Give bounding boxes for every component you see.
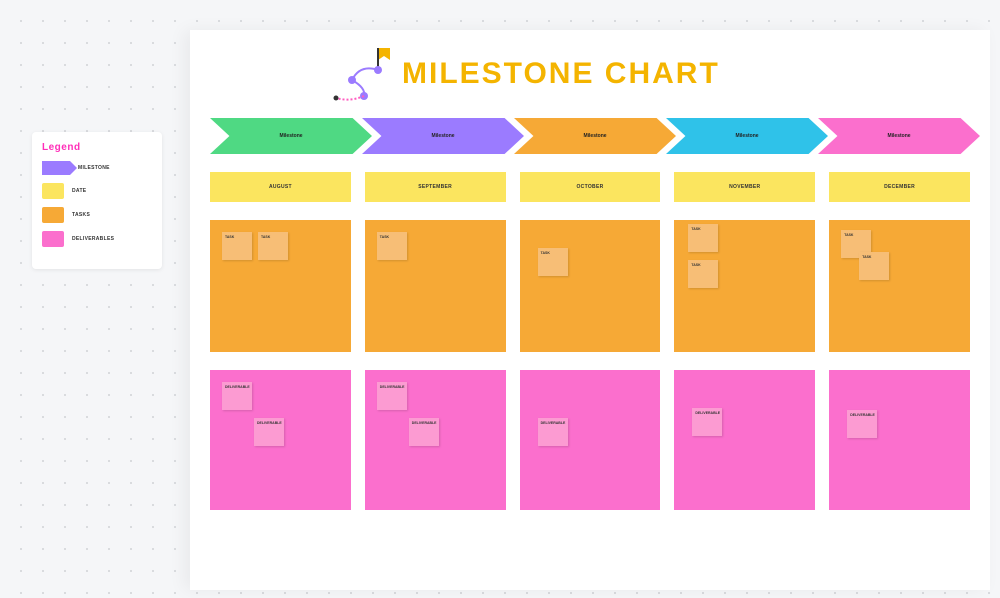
legend-label: DELIVERABLES xyxy=(72,236,114,242)
milestone-label: Milestone xyxy=(583,133,606,139)
date-card-1[interactable]: SEPTEMBER xyxy=(365,172,506,202)
deliverable-note[interactable]: DELIVERABLE xyxy=(538,418,568,446)
task-note[interactable]: TASK xyxy=(258,232,288,260)
date-card-2[interactable]: OCTOBER xyxy=(520,172,661,202)
milestone-label: Milestone xyxy=(279,133,302,139)
legend-row-tasks: TASKS xyxy=(42,207,152,223)
deliverables-card-1[interactable]: DELIVERABLEDELIVERABLE xyxy=(365,370,506,510)
task-note[interactable]: TASK xyxy=(222,232,252,260)
legend-panel: Legend MILESTONE DATE TASKS DELIVERABLES xyxy=(32,132,162,269)
milestone-arrow-3[interactable]: Milestone xyxy=(666,118,828,154)
task-note[interactable]: TASK xyxy=(688,224,718,252)
tasks-card-3[interactable]: TASK TASK xyxy=(674,220,815,352)
deliverables-row: DELIVERABLEDELIVERABLEDELIVERABLEDELIVER… xyxy=(210,370,970,510)
title-row: MILESTONE CHART xyxy=(330,44,970,104)
board-title: MILESTONE CHART xyxy=(402,57,720,91)
task-note[interactable]: TASK xyxy=(538,248,568,276)
task-note[interactable]: TASK xyxy=(377,232,407,260)
legend-title: Legend xyxy=(42,142,152,153)
legend-swatch-deliverables xyxy=(42,231,64,247)
legend-arrow-icon xyxy=(42,161,70,175)
legend-label: TASKS xyxy=(72,212,90,218)
date-row: AUGUST SEPTEMBER OCTOBER NOVEMBER DECEMBER xyxy=(210,172,970,202)
milestone-label: Milestone xyxy=(887,133,910,139)
date-card-4[interactable]: DECEMBER xyxy=(829,172,970,202)
deliverable-note[interactable]: DELIVERABLE xyxy=(222,382,252,410)
legend-row-date: DATE xyxy=(42,183,152,199)
legend-label: MILESTONE xyxy=(78,165,110,171)
milestone-flag-icon xyxy=(330,44,394,104)
task-note[interactable]: TASK xyxy=(688,260,718,288)
deliverables-card-3[interactable]: DELIVERABLE xyxy=(674,370,815,510)
deliverable-note[interactable]: DELIVERABLE xyxy=(692,408,722,436)
deliverable-note[interactable]: DELIVERABLE xyxy=(254,418,284,446)
milestone-arrow-0[interactable]: Milestone xyxy=(210,118,372,154)
milestone-label: Milestone xyxy=(735,133,758,139)
milestone-label: Milestone xyxy=(431,133,454,139)
tasks-card-0[interactable]: TASKTASK xyxy=(210,220,351,352)
legend-row-deliverables: DELIVERABLES xyxy=(42,231,152,247)
legend-row-milestone: MILESTONE xyxy=(42,161,152,175)
tasks-card-4[interactable]: TASKTASK xyxy=(829,220,970,352)
legend-label: DATE xyxy=(72,188,86,194)
date-card-0[interactable]: AUGUST xyxy=(210,172,351,202)
task-note[interactable]: TASK xyxy=(859,252,889,280)
deliverable-note[interactable]: DELIVERABLE xyxy=(847,410,877,438)
milestone-arrow-row: Milestone Milestone Milestone Milestone … xyxy=(210,118,970,154)
deliverables-card-2[interactable]: DELIVERABLE xyxy=(520,370,661,510)
legend-swatch-tasks xyxy=(42,207,64,223)
tasks-row: TASKTASKTASKTASKTASKTASKTASKTASK xyxy=(210,220,970,352)
deliverable-note[interactable]: DELIVERABLE xyxy=(377,382,407,410)
deliverables-card-4[interactable]: DELIVERABLE xyxy=(829,370,970,510)
milestone-arrow-1[interactable]: Milestone xyxy=(362,118,524,154)
milestone-arrow-2[interactable]: Milestone xyxy=(514,118,676,154)
milestone-arrow-4[interactable]: Milestone xyxy=(818,118,980,154)
tasks-card-1[interactable]: TASK xyxy=(365,220,506,352)
deliverables-card-0[interactable]: DELIVERABLEDELIVERABLE xyxy=(210,370,351,510)
date-card-3[interactable]: NOVEMBER xyxy=(674,172,815,202)
tasks-card-2[interactable]: TASK xyxy=(520,220,661,352)
legend-swatch-date xyxy=(42,183,64,199)
milestone-board[interactable]: MILESTONE CHART Milestone Milestone Mile… xyxy=(190,30,990,590)
deliverable-note[interactable]: DELIVERABLE xyxy=(409,418,439,446)
